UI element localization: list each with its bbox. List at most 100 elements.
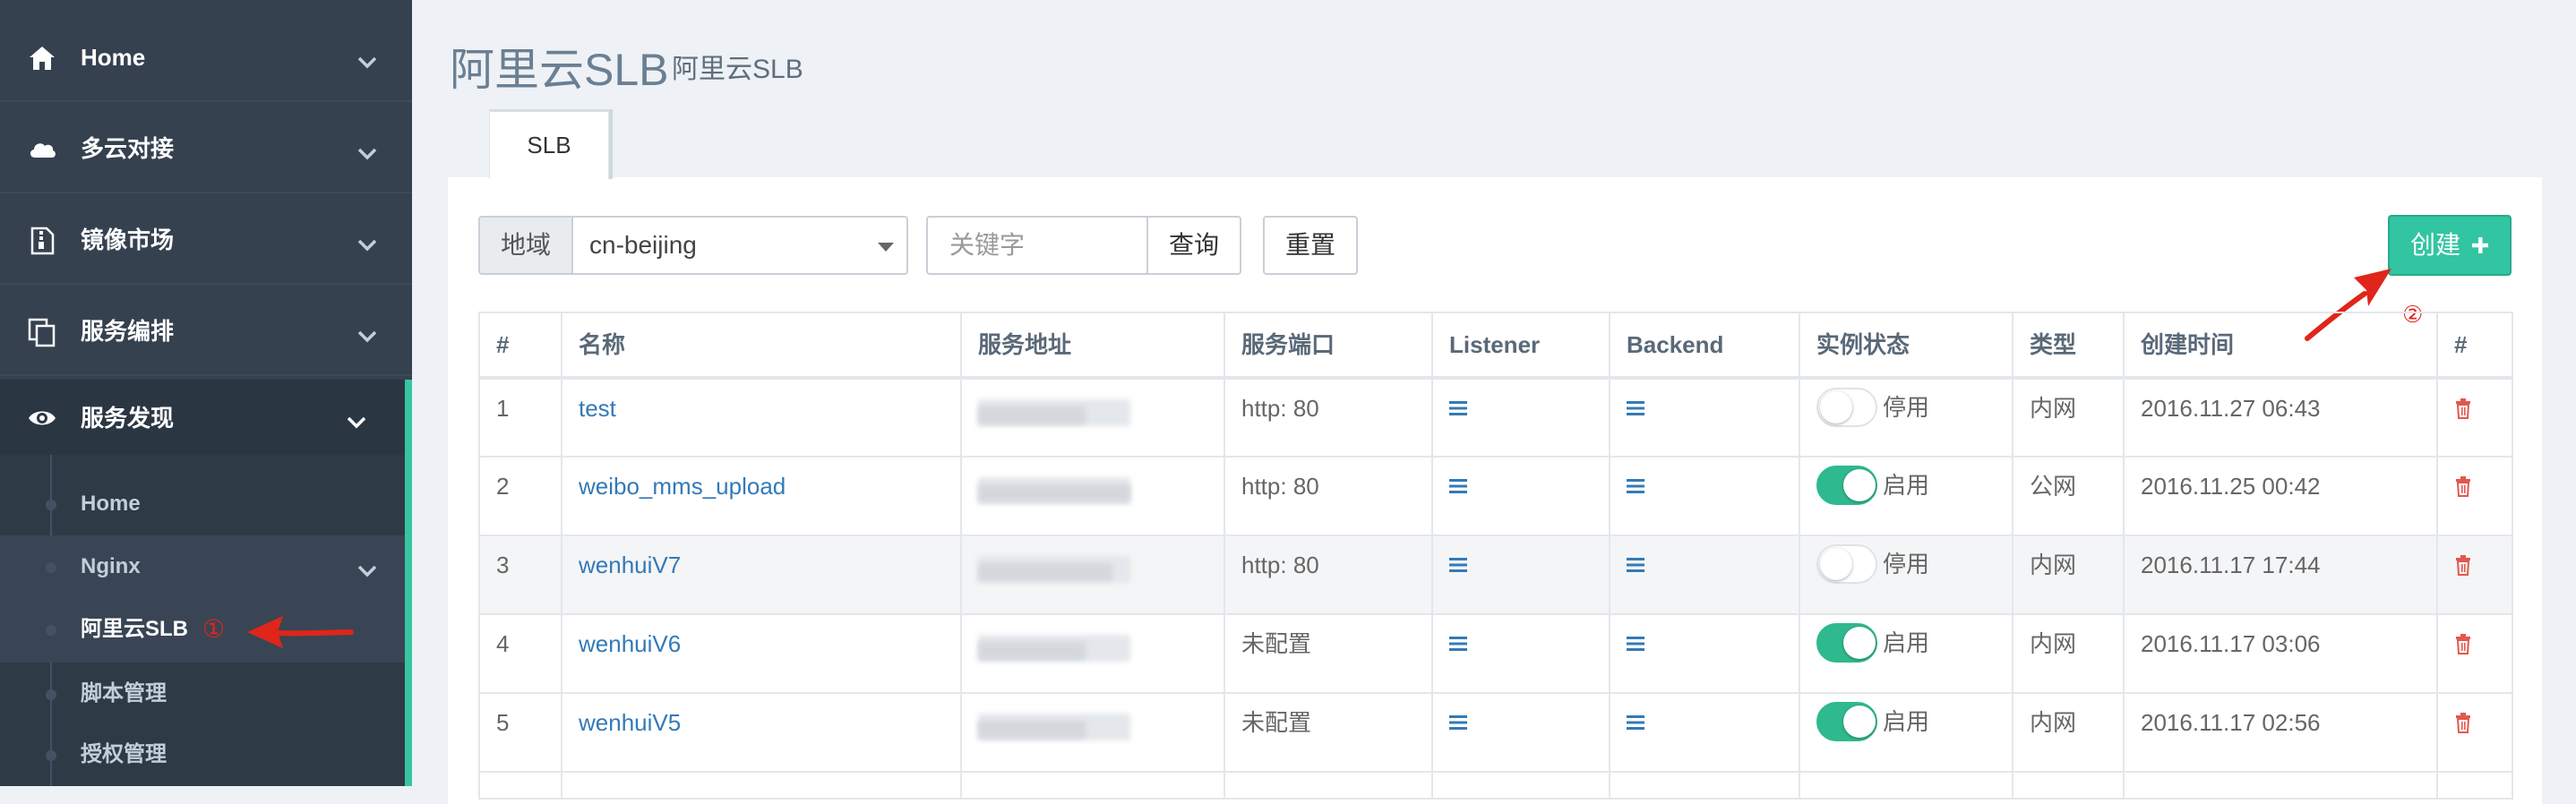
sidebar: Home 多云对接 镜像市场 服务编排 服务发现 Home Nginx 阿里云S… [0, 0, 412, 786]
column-header: 创建时间 [2123, 312, 2438, 380]
column-header: Backend [1609, 312, 1800, 380]
active-indicator [405, 380, 412, 786]
row-number: 4 [478, 613, 562, 694]
archive-icon [30, 227, 55, 255]
listener-list-icon[interactable] [1449, 478, 1467, 494]
service-port: http: 80 [1224, 377, 1433, 458]
submenu-item-nginx[interactable]: Nginx [0, 535, 405, 598]
service-address-redacted [960, 456, 1225, 536]
submenu-item-scripts[interactable]: 脚本管理 [0, 663, 405, 725]
submenu-item-authorization[interactable]: 授权管理 [0, 723, 405, 786]
service-address-redacted [960, 692, 1225, 773]
service-port: http: 80 [1224, 535, 1433, 615]
create-button-label: 创建 [2410, 231, 2461, 259]
sidebar-item-multicloud[interactable]: 多云对接 [0, 104, 412, 193]
listener-list-icon[interactable] [1449, 636, 1467, 652]
sidebar-item-image-market[interactable]: 镜像市场 [0, 195, 412, 285]
table-row: 2 weibo_mms_upload http: 80 启用 公网 2016.1… [478, 456, 2513, 536]
eye-icon [29, 411, 56, 425]
status-label: 启用 [1883, 472, 1930, 500]
status-label: 停用 [1883, 394, 1930, 422]
reset-button[interactable]: 重置 [1263, 216, 1358, 275]
trash-icon[interactable] [2454, 712, 2472, 733]
table-row: 3 wenhuiV7 http: 80 停用 内网 2016.11.17 17:… [478, 535, 2513, 615]
annotation-arrow-1 [247, 616, 354, 648]
query-button[interactable]: 查询 [1146, 216, 1241, 275]
listener-list-icon[interactable] [1449, 714, 1467, 731]
trash-icon[interactable] [2454, 475, 2472, 497]
table-row: 4 wenhuiV6 未配置 启用 内网 2016.11.17 03:06 [478, 613, 2513, 694]
service-address-redacted [960, 535, 1225, 615]
tree-dot [46, 689, 56, 700]
page-subtitle: 阿里云SLB [672, 55, 803, 84]
sidebar-item-service-discovery[interactable]: 服务发现 [0, 380, 412, 457]
annotation-marker-1: ① [202, 615, 226, 643]
table-row: 1 test http: 80 停用 内网 2016.11.27 06:43 [478, 377, 2513, 458]
home-icon [30, 47, 55, 70]
slb-name-link[interactable]: weibo_mms_upload [579, 473, 786, 500]
table-header-row: # 名称 服务地址 服务端口 Listener Backend 实例状态 类型 … [478, 312, 2513, 380]
submenu-item-label: 脚本管理 [81, 681, 167, 706]
listener-list-icon[interactable] [1449, 400, 1467, 416]
sidebar-item-label: 镜像市场 [81, 227, 175, 253]
page-title: 阿里云SLB [450, 45, 669, 95]
slb-name-link[interactable]: wenhuiV5 [579, 709, 681, 736]
tree-dot [46, 750, 56, 761]
sidebar-item-label: 服务编排 [81, 318, 175, 345]
status-toggle[interactable] [1816, 623, 1877, 663]
tree-dot [46, 562, 56, 573]
status-toggle[interactable] [1816, 544, 1877, 585]
backend-list-icon[interactable] [1627, 714, 1644, 731]
sidebar-item-label: 多云对接 [81, 135, 175, 162]
network-type: 内网 [2012, 692, 2125, 773]
tab-slb[interactable]: SLB [489, 109, 609, 179]
submenu-item-label: Nginx [81, 554, 141, 578]
tree-dot [46, 500, 56, 510]
region-select-value: cn-beijing [589, 231, 697, 259]
sidebar-item-orchestration[interactable]: 服务编排 [0, 287, 412, 376]
status-toggle[interactable] [1816, 466, 1877, 506]
create-button[interactable]: 创建 [2388, 215, 2512, 276]
network-type: 公网 [2012, 456, 2125, 536]
slb-name-link[interactable]: wenhuiV7 [579, 552, 681, 578]
backend-list-icon[interactable] [1627, 636, 1644, 652]
listener-list-icon[interactable] [1449, 557, 1467, 573]
status-toggle[interactable] [1816, 702, 1877, 742]
submenu-item-label: 阿里云SLB [81, 617, 188, 641]
trash-icon[interactable] [2454, 633, 2472, 654]
keyword-input[interactable]: 关键字 [926, 216, 1148, 275]
backend-list-icon[interactable] [1627, 478, 1644, 494]
created-time: 2016.11.17 02:56 [2123, 692, 2438, 773]
network-type: 内网 [2012, 613, 2125, 694]
caret-down-icon [878, 243, 894, 252]
service-port: http: 80 [1224, 456, 1433, 536]
row-number: 3 [478, 535, 562, 615]
column-header: Listener [1431, 312, 1610, 380]
trash-icon[interactable] [2454, 554, 2472, 576]
service-port: 未配置 [1224, 613, 1433, 694]
plus-icon [2471, 236, 2488, 253]
backend-list-icon[interactable] [1627, 557, 1644, 573]
created-time: 2016.11.25 00:42 [2123, 456, 2438, 536]
slb-name-link[interactable]: wenhuiV6 [579, 630, 681, 657]
backend-list-icon[interactable] [1627, 400, 1644, 416]
chevron-down-icon [357, 565, 377, 577]
trash-icon[interactable] [2454, 398, 2472, 419]
service-address-redacted [960, 377, 1225, 458]
column-header: 服务端口 [1224, 312, 1433, 380]
submenu-item-home[interactable]: Home [0, 473, 405, 535]
sidebar-item-label: 服务发现 [81, 405, 175, 432]
region-select[interactable]: cn-beijing [571, 216, 908, 275]
slb-table: # 名称 服务地址 服务端口 Listener Backend 实例状态 类型 … [478, 312, 2513, 800]
status-label: 启用 [1883, 629, 1930, 657]
slb-name-link[interactable]: test [579, 395, 616, 422]
submenu-item-label: Home [81, 492, 141, 516]
region-label: 地域 [478, 216, 573, 275]
submenu-item-label: 授权管理 [81, 742, 167, 766]
copy-icon [28, 318, 56, 347]
created-time: 2016.11.17 17:44 [2123, 535, 2438, 615]
status-toggle[interactable] [1816, 388, 1877, 428]
sidebar-item-home[interactable]: Home [0, 13, 412, 102]
tree-dot [46, 625, 56, 636]
cloud-icon [30, 143, 56, 158]
